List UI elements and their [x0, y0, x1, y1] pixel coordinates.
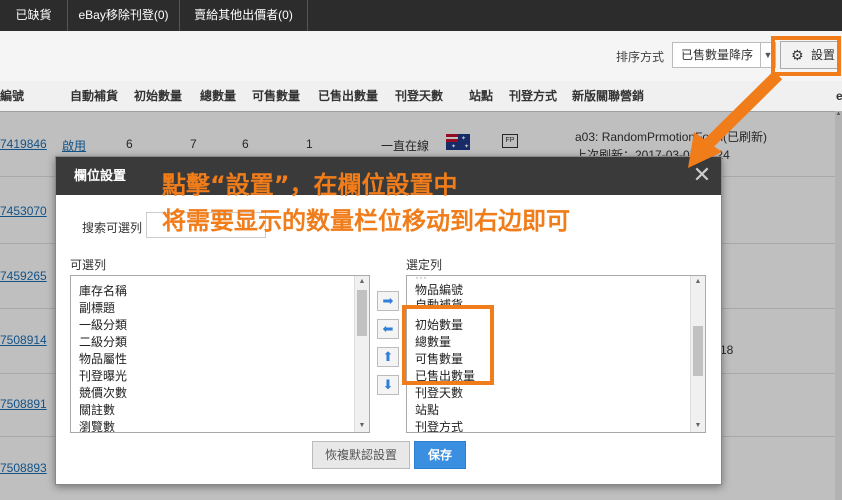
available-list-scrollbar[interactable]: ▲ ▼ [354, 276, 369, 432]
col-sold-qty[interactable]: 已售出數量 [318, 81, 378, 111]
toolbar: 排序方式 已售數量降序 ▼ ⚙ 設置 [0, 31, 842, 82]
col-auto-restock[interactable]: 自動補貨 [70, 81, 118, 111]
sort-select[interactable]: 已售數量降序 ▼ [672, 42, 776, 68]
top-tab-bar: 已缺貨 eBay移除刊登(0) 賣給其他出價者(0) [0, 0, 842, 31]
list-item[interactable]: 物品屬性 [79, 350, 127, 367]
sort-label: 排序方式 [616, 50, 665, 64]
list-item[interactable]: 自動補貨 [415, 296, 463, 305]
list-item[interactable]: 一級分類 [79, 316, 127, 333]
list-item[interactable]: 競價次數 [79, 384, 127, 401]
move-down-button[interactable]: ⬇ [377, 375, 399, 395]
col-id[interactable]: 編號 [0, 81, 24, 111]
col-listing-days[interactable]: 刊登天數 [395, 81, 443, 111]
list-item[interactable]: 刊登天數 [415, 384, 463, 401]
reset-defaults-button[interactable]: 恢複默認設置 [312, 441, 410, 469]
sort-select-value: 已售數量降序 [681, 48, 754, 62]
available-columns-label: 可選列 [70, 258, 107, 272]
save-button[interactable]: 保存 [414, 441, 466, 469]
available-columns-list[interactable]: 庫存名稱 副標題 一級分類 二級分類 物品屬性 刊登曝光 競價次數 關註數 瀏覽… [70, 275, 370, 433]
col-total-qty[interactable]: 總數量 [200, 81, 236, 111]
col-initial-qty[interactable]: 初始數量 [134, 81, 182, 111]
col-marketing[interactable]: 新版關聯營銷 [572, 81, 644, 111]
col-available-qty[interactable]: 可售數量 [252, 81, 300, 111]
col-listing-type[interactable]: 刊登方式 [509, 81, 557, 111]
selected-columns-label: 選定列 [406, 258, 443, 272]
list-item[interactable]: 刊登方式 [415, 418, 463, 432]
tab-out-of-stock[interactable]: 已缺貨 [0, 0, 68, 31]
search-label: 搜索可選列 [82, 221, 143, 235]
dialog-title: 欄位設置 [74, 168, 127, 183]
selected-list-scrollbar[interactable]: ▲ ▼ [690, 276, 705, 432]
annotation-line-1: 點擊“設置”，在欄位設置中 [162, 171, 458, 199]
table-header: 編號 自動補貨 初始數量 總數量 可售數量 已售出數量 刊登天數 站點 刊登方式… [0, 81, 842, 112]
list-item[interactable]: 關註數 [79, 401, 115, 418]
move-right-button[interactable]: ➡ [377, 291, 399, 311]
annotation-line-2: 将需要显示的数量栏位移动到右边即可 [162, 207, 570, 235]
list-item[interactable]: 庫存名稱 [79, 282, 127, 299]
move-left-button[interactable]: ⬅ [377, 319, 399, 339]
move-up-button[interactable]: ⬆ [377, 347, 399, 367]
close-icon[interactable]: ✕ [692, 163, 712, 187]
quantity-columns-highlight-box [402, 305, 494, 385]
list-item[interactable]: 刊登曝光 [79, 367, 127, 384]
list-item[interactable]: 瀏覽數 [79, 418, 115, 432]
tab-ebay-removed[interactable]: eBay移除刊登(0) [68, 0, 180, 31]
settings-highlight-box [771, 36, 841, 76]
tab-sold-to-other-bidder[interactable]: 賣給其他出價者(0) [180, 0, 308, 31]
list-item[interactable]: 副標題 [79, 299, 115, 316]
col-site[interactable]: 站點 [469, 81, 493, 111]
col-e[interactable]: e [836, 81, 842, 111]
list-item[interactable]: 站點 [415, 401, 439, 418]
list-item[interactable]: 二級分類 [79, 333, 127, 350]
